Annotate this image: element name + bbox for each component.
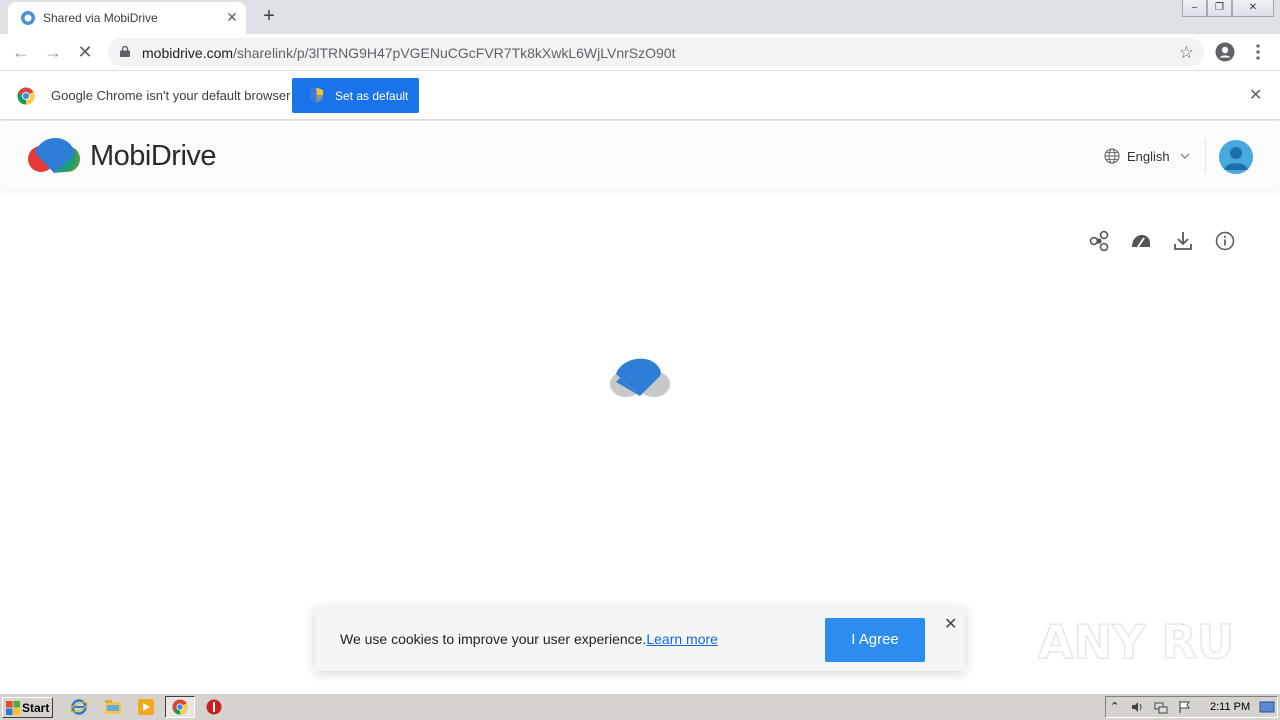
learn-more-link[interactable]: Learn more	[646, 631, 718, 647]
url-path: /sharelink/p/3lTRNG9H47pVGENuCGcFVR7Tk8k…	[233, 45, 676, 61]
start-button[interactable]: Start	[2, 697, 53, 718]
site-header: MobiDrive English	[0, 121, 1280, 190]
internet-explorer-icon[interactable]	[70, 698, 88, 716]
back-icon[interactable]: ←	[12, 43, 30, 61]
bookmark-star-icon[interactable]: ☆	[1179, 43, 1194, 63]
tab-strip: Shared via MobiDrive ✕ + – ❐ ✕	[0, 0, 1280, 34]
show-desktop-icon[interactable]	[1259, 700, 1275, 714]
infobar-message: Google Chrome isn't your default browser	[51, 88, 291, 103]
tab-close-icon[interactable]: ✕	[225, 10, 239, 24]
show-hidden-icons-icon[interactable]: ⌃	[1110, 700, 1124, 714]
browser-tab[interactable]: Shared via MobiDrive ✕	[8, 2, 246, 34]
system-tray: ⌃ 2:11 PM	[1105, 696, 1278, 718]
start-label: Start	[22, 701, 50, 715]
avatar[interactable]	[1219, 140, 1253, 174]
antivirus-icon[interactable]	[205, 698, 223, 716]
header-divider	[1205, 139, 1206, 173]
share-icon[interactable]	[1088, 230, 1110, 252]
uac-shield-icon	[310, 87, 323, 103]
save-to-drive-icon[interactable]	[1130, 230, 1152, 252]
chevron-down-icon	[1180, 153, 1190, 159]
stop-loading-icon[interactable]: ✕	[76, 43, 94, 61]
browser-toolbar: ← → ✕ mobidrive.com/sharelink/p/3lTRNG9H…	[0, 34, 1280, 71]
lock-icon	[120, 46, 130, 57]
loading-logo-icon	[610, 358, 670, 397]
restore-icon[interactable]: ❐	[1207, 0, 1232, 17]
new-tab-icon[interactable]: +	[259, 6, 279, 26]
set-default-label: Set as default	[335, 89, 409, 103]
chrome-taskbar-button[interactable]	[165, 696, 195, 718]
media-player-icon[interactable]	[137, 698, 155, 716]
chrome-menu-icon[interactable]	[1252, 43, 1264, 61]
file-explorer-icon[interactable]	[104, 698, 122, 716]
set-default-button[interactable]: Set as default	[292, 78, 419, 113]
user-avatar-icon	[1219, 140, 1253, 174]
volume-icon[interactable]	[1130, 700, 1144, 714]
action-center-flag-icon[interactable]	[1178, 700, 1192, 714]
chrome-taskbar-icon	[172, 699, 188, 715]
window-controls: – ❐ ✕	[1182, 0, 1274, 18]
download-icon[interactable]	[1172, 230, 1194, 252]
url-text: mobidrive.com/sharelink/p/3lTRNG9H47pVGE…	[142, 45, 675, 61]
info-icon[interactable]	[1214, 230, 1236, 252]
chrome-logo-icon	[17, 87, 35, 105]
cookie-close-icon[interactable]: ✕	[944, 617, 957, 633]
clock: 2:11 PM	[1210, 701, 1251, 713]
address-bar[interactable]: mobidrive.com/sharelink/p/3lTRNG9H47pVGE…	[108, 38, 1204, 66]
cookie-banner: We use cookies to improve your user expe…	[315, 607, 965, 671]
default-browser-infobar: Google Chrome isn't your default browser…	[0, 71, 1280, 120]
brand-name[interactable]: MobiDrive	[90, 140, 217, 173]
anyrun-watermark: ANY RUN	[1038, 614, 1234, 670]
globe-icon	[1104, 148, 1120, 164]
minimize-icon[interactable]: –	[1182, 0, 1207, 17]
agree-button[interactable]: I Agree	[825, 618, 925, 662]
window-close-icon[interactable]: ✕	[1232, 0, 1274, 17]
cookie-message-text: We use cookies to improve your user expe…	[340, 631, 647, 647]
mobidrive-favicon-icon	[21, 11, 35, 25]
language-selector[interactable]: English	[1104, 147, 1190, 165]
mobidrive-logo-icon[interactable]	[27, 135, 81, 175]
taskbar: Start ⌃ 2:11 PM	[0, 693, 1280, 720]
infobar-close-icon[interactable]: ✕	[1249, 88, 1262, 104]
watermark-text: ANY RUN	[1038, 615, 1234, 669]
cookie-message: We use cookies to improve your user expe…	[340, 631, 718, 647]
tab-title: Shared via MobiDrive	[43, 11, 158, 25]
network-icon[interactable]	[1154, 700, 1168, 714]
windows-flag-icon	[6, 701, 20, 715]
url-host: mobidrive.com	[142, 45, 234, 61]
profile-icon[interactable]	[1215, 42, 1235, 62]
forward-icon[interactable]: →	[44, 43, 62, 61]
language-label: English	[1127, 148, 1170, 164]
